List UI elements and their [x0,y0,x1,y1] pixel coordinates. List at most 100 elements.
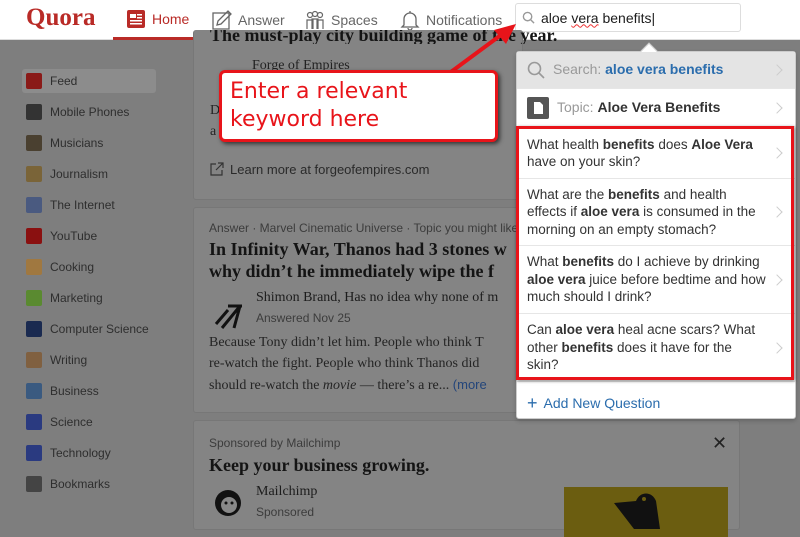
search-text: aloe [541,9,572,26]
home-feed-icon [127,9,145,28]
ad-title[interactable]: Keep your business growing. [209,454,429,477]
sidebar-item-label: YouTube [50,229,98,243]
highlight-box [516,126,794,380]
sidebar-item-label: Science [50,415,93,429]
sidebar-item-label: Technology [50,446,111,460]
add-question-button[interactable]: + Add New Question [517,389,795,419]
search-text: benefits [598,9,652,26]
chevron-right-icon [771,64,783,76]
sponsored-label: Sponsored [256,505,315,519]
answer-body: Because Tony didn’t let him. People who … [209,335,484,350]
author-avatar[interactable] [214,300,248,330]
plus-icon: + [527,393,538,414]
nav-home[interactable]: Home [113,0,199,40]
search-text-misspelled: vera [571,9,599,26]
sidebar-item[interactable]: The Internet [22,193,156,217]
topic-icon [26,228,42,244]
sidebar-item[interactable]: Technology [22,441,156,465]
question-title[interactable]: why didn’t he immediately wipe the f [209,260,494,283]
more-link[interactable]: (more [453,377,487,392]
sidebar-item-label: Business [50,384,99,398]
topic-icon [26,476,42,492]
search-input[interactable]: aloe vera benefits| [515,3,741,32]
sidebar-item-label: The Internet [50,198,115,212]
sidebar-item-label: Mobile Phones [50,105,130,119]
sidebar-item-label: Bookmarks [50,477,111,491]
sidebar-item-label: Computer Science [50,322,149,336]
search-icon [527,61,545,79]
sidebar-item[interactable]: Business [22,379,156,403]
topic-icon [26,445,42,461]
topic-icon [26,321,42,337]
text: should re-watch the [209,378,323,393]
text-italic: movie [322,378,357,393]
topic-icon [26,135,42,151]
sponsor-meta: Sponsored by Mailchimp [209,436,341,450]
sidebar-item[interactable]: YouTube [22,224,156,248]
topic-icon [26,73,42,89]
sidebar-item[interactable]: Bookmarks [22,472,156,496]
topic-icon [26,383,42,399]
pencil-icon [212,10,232,30]
sidebar-item[interactable]: Science [22,410,156,434]
topic-icon [26,197,42,213]
chevron-right-icon [771,101,783,114]
ad-link-text: Learn more at forgeofempires.com [230,162,430,177]
search-term: aloe vera benefits [605,61,724,78]
sidebar-item-label: Musicians [50,136,104,150]
suggestion-topic[interactable]: Topic: Aloe Vera Benefits [517,89,795,127]
ad-image [564,487,728,537]
topic-icon [26,352,42,368]
search-value: aloe vera benefits| [541,9,656,26]
topic-icon [26,414,42,430]
advertiser-name[interactable]: Mailchimp [256,484,317,500]
sidebar-item-label: Cooking [50,260,95,274]
bell-icon [400,11,420,30]
sidebar-item[interactable]: Writing [22,348,156,372]
sidebar-item-label: Writing [50,353,88,367]
ad-link[interactable]: Learn more at forgeofempires.com [210,162,429,177]
quora-logo[interactable]: Quora [26,4,95,32]
sponsored-card: Sponsored by Mailchimp Keep your busines… [193,420,740,537]
sidebar-item[interactable]: Mobile Phones [22,100,156,124]
mailchimp-logo[interactable] [212,487,244,519]
people-icon [306,10,324,29]
sidebar-item[interactable]: Journalism [22,162,156,186]
topic-icon [26,259,42,275]
author-name[interactable]: Shimon Brand, Has no idea why none of m [256,290,498,306]
nav-label: Answer [238,12,285,28]
annotation-callout: Enter a relevant keyword here [219,70,498,142]
add-question-label: Add New Question [543,395,661,412]
external-link-icon [210,162,224,176]
suggestion-text: Topic: Aloe Vera Benefits [557,99,720,117]
suggestion-search[interactable]: Search: aloe vera benefits [517,52,795,89]
topic-icon [527,96,549,119]
sidebar-item[interactable]: Marketing [22,286,156,310]
answer-body: should re-watch the movie — there’s a re… [209,374,487,396]
bird-illustration [614,493,660,529]
nav-label: Spaces [331,12,378,28]
sidebar-item-label: Feed [50,74,78,88]
text: — there’s a re... [356,378,453,393]
answer-body: re-watch the fight. People who think Tha… [209,356,480,371]
sidebar-item-label: Marketing [50,291,103,305]
label: Search: [553,61,606,78]
ad-body: a [210,124,217,139]
nav-label: Home [152,10,190,27]
sidebar-item-label: Journalism [50,167,109,181]
close-icon[interactable]: ✕ [712,433,727,454]
sidebar-item[interactable]: Musicians [22,131,156,155]
topic-icon [26,166,42,182]
topic-icon [26,290,42,306]
label: Topic: [557,98,598,115]
sidebar-item[interactable]: Computer Science [22,317,156,341]
answer-card: Answer · Marvel Cinematic Universe · Top… [193,207,523,413]
sidebar-item[interactable]: Feed [22,69,156,93]
sidebar-item[interactable]: Cooking [22,255,156,279]
topic-icon [26,104,42,120]
topic-name: Aloe Vera Benefits [597,98,721,115]
answer-date: Answered Nov 25 [256,311,351,325]
suggestion-text: Search: aloe vera benefits [553,61,723,79]
answer-meta: Answer · Marvel Cinematic Universe · Top… [209,221,519,235]
question-title[interactable]: In Infinity War, Thanos had 3 stones w [209,238,507,261]
